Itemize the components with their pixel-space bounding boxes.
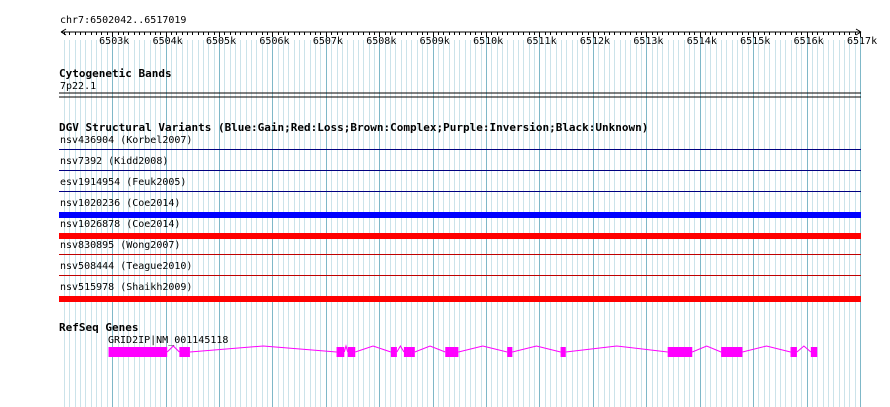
gene-label[interactable]: GRID2IP|NM_001145118: [108, 335, 228, 346]
cytoband-track-title[interactable]: Cytogenetic Bands: [59, 68, 172, 80]
gene-intron: [189, 345, 337, 353]
ruler-tick-label: 6508k: [366, 36, 397, 47]
gene-intron: [458, 345, 508, 353]
gene-intron: [414, 345, 446, 353]
ruler-tick-label: 6516k: [793, 36, 824, 47]
gene-intron: [396, 345, 405, 353]
dgv-variant-bar[interactable]: [59, 233, 861, 239]
dgv-variant-label[interactable]: esv1914954 (Feuk2005): [60, 177, 186, 188]
dgv-variant-label[interactable]: nsv1020236 (Coe2014): [60, 198, 180, 209]
dgv-variant-label[interactable]: nsv508444 (Teague2010): [60, 261, 192, 272]
gene-intron: [166, 345, 180, 353]
gene-intron: [565, 345, 668, 353]
ruler-tick-label: 6514k: [686, 36, 717, 47]
ruler-tick-label: 6515k: [740, 36, 771, 47]
ruler-range-label: chr7:6502042..6517019: [60, 15, 187, 26]
gene-exon[interactable]: [560, 347, 566, 357]
dgv-variant-label[interactable]: nsv7392 (Kidd2008): [60, 156, 168, 167]
ruler-tick-label: 6513k: [633, 36, 664, 47]
ruler-tick-label: 6511k: [526, 36, 557, 47]
gene-exon[interactable]: [336, 347, 345, 357]
dgv-variant-label[interactable]: nsv830895 (Wong2007): [60, 240, 180, 251]
ruler-tick-label: 6507k: [312, 36, 343, 47]
gene-intron: [796, 345, 812, 353]
dgv-variant-bar[interactable]: [59, 170, 861, 171]
ruler-tick-label: 6505k: [206, 36, 237, 47]
gene-exon[interactable]: [507, 347, 513, 357]
ruler-tick-label: 6510k: [473, 36, 504, 47]
cytoband-label[interactable]: 7p22.1: [60, 81, 96, 92]
gene-model[interactable]: [108, 344, 818, 357]
gene-exon[interactable]: [108, 347, 168, 357]
gene-exon[interactable]: [667, 347, 693, 357]
gene-exon[interactable]: [390, 347, 397, 357]
gene-intron: [512, 345, 561, 353]
dgv-variant-bar[interactable]: [59, 191, 861, 192]
ruler-tick-label: 6506k: [259, 36, 290, 47]
gene-exon[interactable]: [790, 347, 797, 357]
dgv-variant-bar[interactable]: [59, 212, 861, 218]
dgv-variant-bar[interactable]: [59, 149, 861, 150]
dgv-variant-label[interactable]: nsv515978 (Shaikh2009): [60, 282, 192, 293]
gene-exon[interactable]: [445, 347, 459, 357]
dgv-variant-bar[interactable]: [59, 275, 861, 276]
dgv-variant-bar[interactable]: [59, 296, 861, 302]
gene-intron: [355, 345, 392, 353]
ruler-tick-label: 6504k: [152, 36, 183, 47]
gene-exon[interactable]: [179, 347, 190, 357]
dgv-variant-label[interactable]: nsv436904 (Korbel2007): [60, 135, 192, 146]
gene-exon[interactable]: [347, 347, 356, 357]
ruler-tick-label: 6517k: [846, 36, 878, 47]
refseq-track-title[interactable]: RefSeq Genes: [59, 322, 138, 334]
gene-exon[interactable]: [403, 347, 415, 357]
ruler-tick-label: 6503k: [99, 36, 130, 47]
dgv-track-title[interactable]: DGV Structural Variants (Blue:Gain;Red:L…: [59, 122, 648, 134]
gene-exon[interactable]: [721, 347, 743, 357]
gene-intron: [742, 345, 791, 353]
gene-intron: [692, 345, 722, 353]
gene-exon[interactable]: [810, 347, 818, 357]
genome-browser-view: chr7:6502042..6517019 6503k 6504k 6505k 650…: [0, 0, 890, 407]
dgv-variant-label[interactable]: nsv1026878 (Coe2014): [60, 219, 180, 230]
ruler-tick-label: 6509k: [419, 36, 450, 47]
dgv-variant-bar[interactable]: [59, 254, 861, 255]
gene-intron: [343, 344, 349, 353]
ruler-tick-label: 6512k: [579, 36, 611, 47]
